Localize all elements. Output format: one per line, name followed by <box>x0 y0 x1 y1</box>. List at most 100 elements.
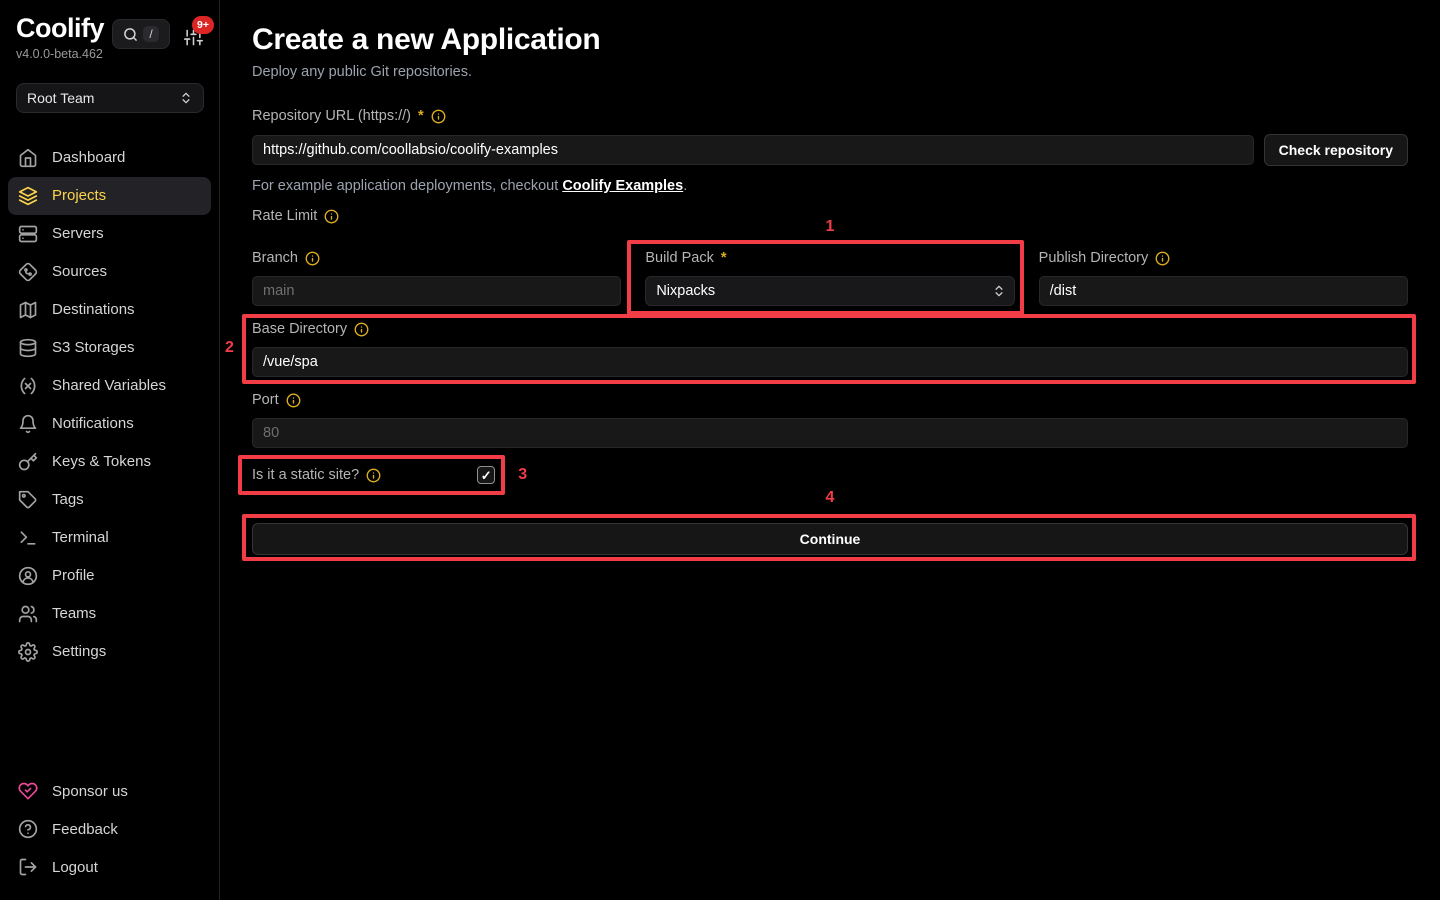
build-pack-label: Build Pack * <box>645 248 1014 268</box>
sidebar-item-logout[interactable]: Logout <box>8 848 211 886</box>
sidebar-item-label: Sources <box>52 263 107 280</box>
port-input[interactable] <box>252 418 1408 448</box>
repository-url-input[interactable] <box>252 135 1254 165</box>
base-directory-label: Base Directory <box>252 319 1408 339</box>
static-site-checkbox[interactable]: ✓ <box>477 466 495 484</box>
main-content: Create a new Application Deploy any publ… <box>220 0 1440 900</box>
checkmark-icon: ✓ <box>481 469 492 482</box>
info-icon[interactable] <box>1155 251 1170 266</box>
git-source-icon <box>18 262 38 282</box>
branch-input[interactable] <box>252 276 621 306</box>
sidebar-footer: Sponsor us Feedback Logout <box>0 772 219 890</box>
search-button[interactable]: / <box>112 19 170 49</box>
layers-icon <box>18 186 38 206</box>
sidebar-item-label: Servers <box>52 225 104 242</box>
sidebar-item-label: Projects <box>52 187 106 204</box>
app-version: v4.0.0-beta.462 <box>16 47 104 61</box>
base-directory-input[interactable] <box>252 347 1408 377</box>
chevrons-up-down-icon <box>179 91 193 105</box>
sidebar-item-dashboard[interactable]: Dashboard <box>8 139 211 177</box>
sidebar-item-label: Dashboard <box>52 149 125 166</box>
base-directory-field: Base Directory 2 <box>252 319 1408 377</box>
publish-directory-input[interactable] <box>1039 276 1408 306</box>
sidebar-item-label: Destinations <box>52 301 135 318</box>
info-icon[interactable] <box>354 322 369 337</box>
repository-url-label: Repository URL (https://) * <box>252 106 1408 126</box>
annotation-number-4: 4 <box>826 489 835 507</box>
help-circle-icon <box>18 819 38 839</box>
sidebar-item-label: Teams <box>52 605 96 622</box>
info-icon[interactable] <box>305 251 320 266</box>
continue-button[interactable]: Continue <box>252 523 1408 555</box>
chevrons-up-down-icon <box>992 284 1006 298</box>
check-repository-button[interactable]: Check repository <box>1264 134 1408 166</box>
sidebar-item-s3-storages[interactable]: S3 Storages <box>8 329 211 367</box>
info-icon[interactable] <box>431 109 446 124</box>
publish-directory-field: Publish Directory <box>1039 248 1408 306</box>
sidebar: Coolify v4.0.0-beta.462 / <box>0 0 220 900</box>
sidebar-nav: Dashboard Projects Servers Sources Desti… <box>0 139 219 671</box>
sidebar-item-keys-tokens[interactable]: Keys & Tokens <box>8 443 211 481</box>
continue-section: Continue 4 <box>252 523 1408 555</box>
branch-label: Branch <box>252 248 621 268</box>
port-field: Port <box>252 390 1408 448</box>
sidebar-item-terminal[interactable]: Terminal <box>8 519 211 557</box>
repository-section: Repository URL (https://) * Check reposi… <box>252 106 1408 226</box>
port-label: Port <box>252 390 1408 410</box>
sidebar-item-label: Settings <box>52 643 106 660</box>
app-logo[interactable]: Coolify <box>16 14 104 44</box>
info-icon[interactable] <box>286 393 301 408</box>
coolify-examples-link[interactable]: Coolify Examples <box>562 178 683 194</box>
static-site-label: Is it a static site? <box>252 465 381 485</box>
sidebar-item-destinations[interactable]: Destinations <box>8 291 211 329</box>
key-icon <box>18 452 38 472</box>
example-note: For example application deployments, che… <box>252 178 1408 194</box>
server-icon <box>18 224 38 244</box>
tag-icon <box>18 490 38 510</box>
sidebar-item-notifications[interactable]: Notifications <box>8 405 211 443</box>
database-icon <box>18 338 38 358</box>
page-title: Create a new Application <box>252 22 1408 58</box>
info-icon[interactable] <box>366 468 381 483</box>
sidebar-item-teams[interactable]: Teams <box>8 595 211 633</box>
sidebar-item-label: Shared Variables <box>52 377 166 394</box>
sidebar-item-sources[interactable]: Sources <box>8 253 211 291</box>
sidebar-item-profile[interactable]: Profile <box>8 557 211 595</box>
sidebar-item-label: S3 Storages <box>52 339 135 356</box>
branch-field: Branch <box>252 248 621 306</box>
search-icon <box>123 27 138 42</box>
sidebar-item-settings[interactable]: Settings <box>8 633 211 671</box>
sidebar-item-label: Feedback <box>52 821 118 838</box>
user-circle-icon <box>18 566 38 586</box>
sidebar-item-label: Profile <box>52 567 95 584</box>
static-site-field: Is it a static site? ✓ 3 <box>252 463 495 487</box>
build-pack-select[interactable]: Nixpacks <box>645 276 1014 306</box>
sidebar-item-servers[interactable]: Servers <box>8 215 211 253</box>
users-icon <box>18 604 38 624</box>
sidebar-item-tags[interactable]: Tags <box>8 481 211 519</box>
search-shortcut-key: / <box>143 26 158 42</box>
sidebar-header: Coolify v4.0.0-beta.462 / <box>0 14 219 61</box>
sidebar-item-shared-variables[interactable]: Shared Variables <box>8 367 211 405</box>
notification-count-badge[interactable]: 9+ <box>192 16 214 35</box>
home-icon <box>18 148 38 168</box>
sidebar-item-projects[interactable]: Projects <box>8 177 211 215</box>
sidebar-item-label: Terminal <box>52 529 109 546</box>
team-select[interactable]: Root Team <box>16 83 204 113</box>
sidebar-item-feedback[interactable]: Feedback <box>8 810 211 848</box>
info-icon[interactable] <box>324 209 339 224</box>
sidebar-item-label: Keys & Tokens <box>52 453 151 470</box>
app-root: Coolify v4.0.0-beta.462 / <box>0 0 1440 900</box>
build-pack-field: Build Pack * Nixpacks 1 <box>645 248 1014 306</box>
build-pack-select-value: Nixpacks <box>656 283 715 299</box>
variable-icon <box>18 376 38 396</box>
sidebar-item-sponsor-us[interactable]: Sponsor us <box>8 772 211 810</box>
required-asterisk: * <box>418 106 424 126</box>
terminal-icon <box>18 528 38 548</box>
annotation-number-3: 3 <box>518 466 527 484</box>
team-select-value: Root Team <box>27 90 94 106</box>
page-subtitle: Deploy any public Git repositories. <box>252 64 1408 80</box>
sidebar-item-label: Tags <box>52 491 84 508</box>
config-row: Branch Build Pack * Nixpacks 1 <box>252 248 1408 306</box>
sidebar-item-label: Notifications <box>52 415 134 432</box>
